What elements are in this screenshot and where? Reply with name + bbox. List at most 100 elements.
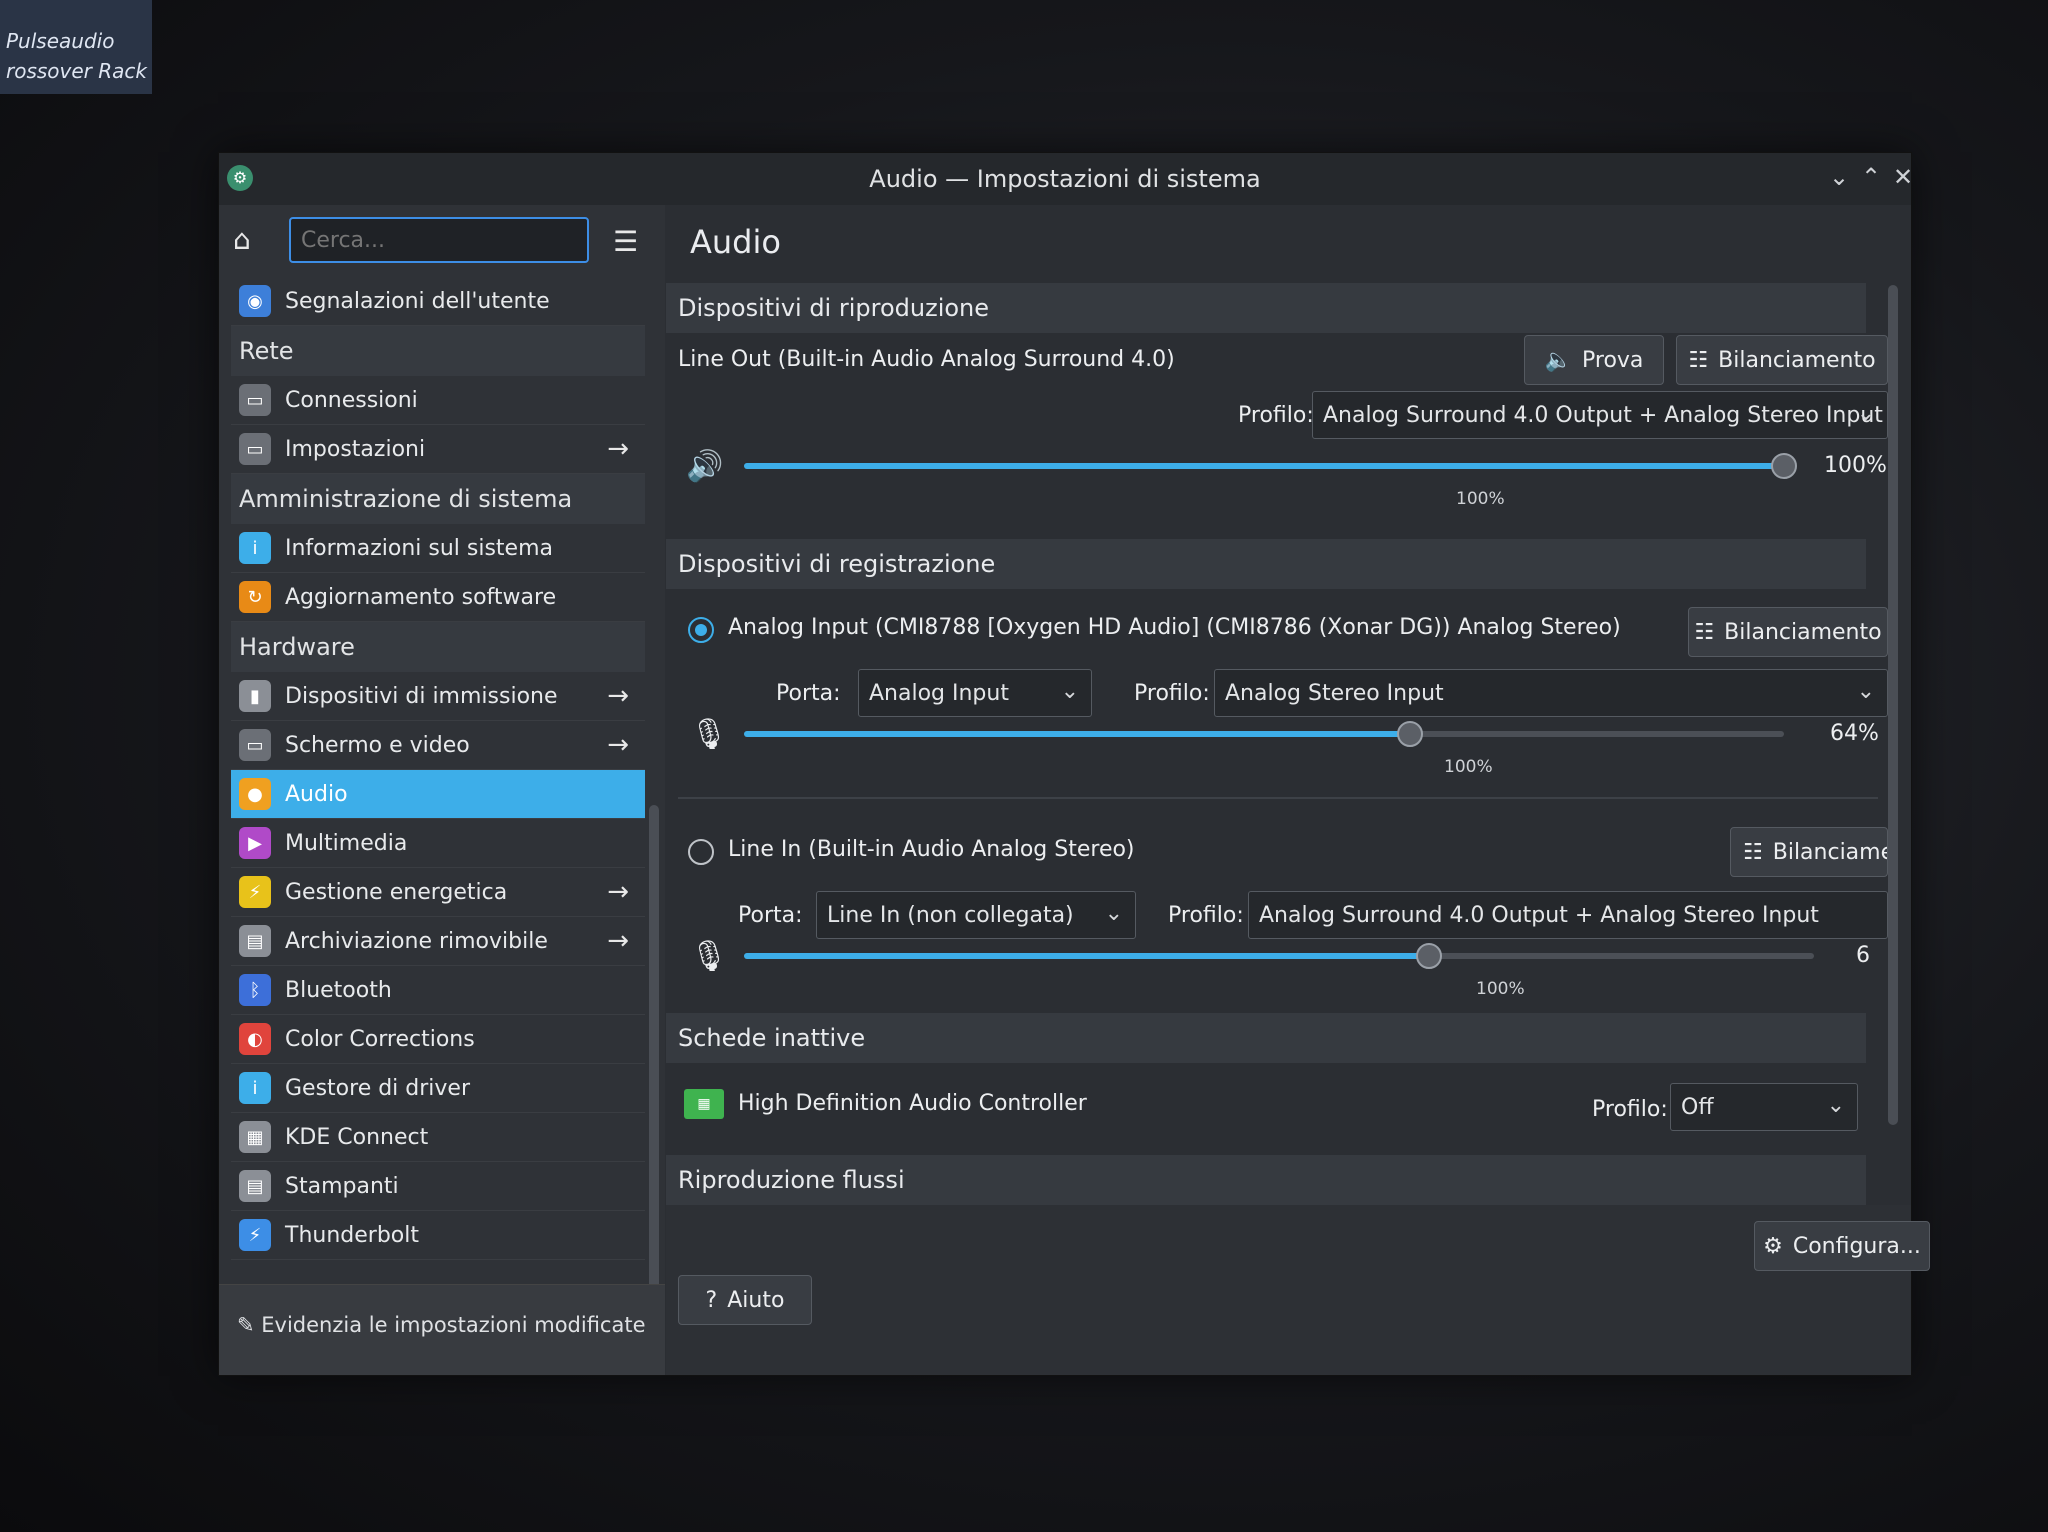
equalizer-icon: ☷: [1743, 839, 1763, 865]
playback-profile-value: Analog Surround 4.0 Output + Analog Ster…: [1323, 402, 1883, 428]
search-input[interactable]: [289, 217, 589, 263]
microphone-icon[interactable]: 🎙: [690, 939, 728, 974]
analog-input-device-name: Analog Input (CMI8788 [Oxygen HD Audio] …: [728, 615, 1621, 640]
line-in-radio[interactable]: [688, 839, 714, 865]
sidebar-item[interactable]: ▶ Multimedia: [231, 819, 645, 868]
microphone-icon[interactable]: 🎙: [690, 717, 728, 752]
sidebar-item[interactable]: ▭ Connessioni: [231, 376, 645, 425]
configure-button[interactable]: ⚙ Configura...: [1754, 1221, 1930, 1271]
pencil-icon: ✎: [237, 1313, 262, 1337]
sidebar-item[interactable]: ↻ Aggiornamento software: [231, 573, 645, 622]
sidebar-item[interactable]: ◐ Color Corrections: [231, 1015, 645, 1064]
chevron-down-icon: ⌄: [1826, 1093, 1845, 1118]
analog-input-profile-label: Profilo:: [1134, 681, 1210, 706]
bottom-bar: ⚙ Configura... ? Aiuto: [666, 1205, 1930, 1375]
line-in-port-value: Line In (non collegata): [827, 902, 1074, 928]
inactive-card-profile-label: Profilo:: [1592, 1097, 1668, 1122]
sidebar-item[interactable]: ▦ KDE Connect: [231, 1113, 645, 1162]
content-scrollbar[interactable]: [1888, 285, 1898, 1125]
line-in-profile-select[interactable]: Analog Surround 4.0 Output + Analog Ster…: [1248, 891, 1888, 939]
slider-thumb[interactable]: [1415, 943, 1442, 969]
sidebar-item-label: Informazioni sul sistema: [285, 535, 553, 561]
slider-fill: [744, 731, 1410, 737]
sidebar-item-label: Bluetooth: [285, 977, 392, 1003]
configure-button-label: Configura...: [1792, 1233, 1921, 1259]
analog-input-port-select[interactable]: Analog Input ⌄: [858, 669, 1092, 717]
sidebar-item-label: Thunderbolt: [285, 1222, 419, 1248]
speaker-volume-icon[interactable]: 🔊: [686, 449, 723, 484]
sidebar-item[interactable]: ▭ Impostazioni →: [231, 425, 645, 474]
analog-input-balance-button[interactable]: ☷ Bilanciamento: [1688, 607, 1888, 657]
inactive-card-name: High Definition Audio Controller: [738, 1091, 1087, 1116]
sidebar-item[interactable]: ᛒ Bluetooth: [231, 966, 645, 1015]
minimize-button[interactable]: ⌄: [1823, 163, 1855, 191]
line-in-volume-slider[interactable]: [744, 943, 1814, 969]
arrow-right-icon: →: [607, 681, 629, 711]
line-in-port-label: Porta:: [738, 903, 803, 928]
slider-thumb[interactable]: [1396, 721, 1423, 747]
sidebar-item[interactable]: ● Audio: [231, 770, 645, 819]
system-settings-window: ⚙ Audio — Impostazioni di sistema ⌄ ⌃ ✕ …: [218, 152, 1930, 1376]
sound-card-icon: ▦: [684, 1089, 724, 1119]
sidebar-item-icon: ▭: [239, 729, 271, 761]
sidebar-item[interactable]: i Gestore di driver: [231, 1064, 645, 1113]
sidebar-item-label: Color Corrections: [285, 1026, 475, 1052]
playback-volume-slider[interactable]: [744, 453, 1797, 479]
chevron-down-icon: ⌄: [1856, 401, 1875, 426]
sidebar-item-icon: ▮: [239, 680, 271, 712]
chevron-down-icon: ⌄: [1060, 679, 1079, 704]
playback-100-tick: 100%: [1456, 489, 1505, 509]
sidebar-item-label: Connessioni: [285, 387, 418, 413]
playback-balance-button[interactable]: ☷ Bilanciamento: [1676, 335, 1888, 385]
help-icon: ?: [705, 1287, 718, 1313]
sidebar-item[interactable]: ▤ Archiviazione rimovibile →: [231, 917, 645, 966]
balance-button-label: Bilanciamento: [1724, 619, 1882, 645]
analog-input-volume-slider[interactable]: [744, 721, 1784, 747]
inactive-card-profile-value: Off: [1681, 1094, 1714, 1120]
analog-input-radio[interactable]: [688, 617, 714, 643]
test-button[interactable]: 🔈 Prova: [1524, 335, 1664, 385]
equalizer-icon: ☷: [1688, 347, 1709, 373]
close-button[interactable]: ✕: [1887, 163, 1919, 191]
playback-volume-percent: 100%: [1824, 453, 1887, 478]
playback-device-name: Line Out (Built-in Audio Analog Surround…: [678, 347, 1175, 372]
desktop-icon-pulseaudio[interactable]: Pulseaudio rossover Rack: [0, 0, 152, 94]
desktop-icon-label-line1: Pulseaudio: [6, 29, 115, 53]
inactive-card-profile-select[interactable]: Off ⌄: [1670, 1083, 1858, 1131]
help-button[interactable]: ? Aiuto: [678, 1275, 812, 1325]
sidebar-item-label: Archiviazione rimovibile: [285, 928, 548, 954]
maximize-button[interactable]: ⌃: [1855, 163, 1887, 191]
sidebar-category: Rete: [231, 326, 645, 376]
sidebar-nav: ◉ Segnalazioni dell'utente Rete ▭ Connession…: [231, 277, 645, 1260]
analog-input-profile-select[interactable]: Analog Stereo Input ⌄: [1214, 669, 1888, 717]
playback-section-heading: Dispositivi di riproduzione: [666, 283, 1866, 333]
home-icon[interactable]: ⌂: [233, 223, 251, 256]
playback-profile-select[interactable]: Analog Surround 4.0 Output + Analog Ster…: [1312, 391, 1888, 439]
sidebar-scrollbar[interactable]: [649, 805, 659, 1325]
sidebar-item[interactable]: ◉ Segnalazioni dell'utente: [231, 277, 645, 326]
sidebar-item-label: Gestore di driver: [285, 1075, 471, 1101]
line-in-balance-button[interactable]: ☷ Bilanciamen: [1730, 827, 1888, 877]
slider-thumb[interactable]: [1771, 453, 1797, 479]
sidebar-item[interactable]: ⚡ Thunderbolt: [231, 1211, 645, 1260]
sidebar-item-icon: ●: [239, 778, 271, 810]
line-in-port-select[interactable]: Line In (non collegata) ⌄: [816, 891, 1136, 939]
highlight-changed-settings-button[interactable]: ✎ Evidenzia le impostazioni modificate: [237, 1313, 646, 1337]
hamburger-menu-icon[interactable]: ☰: [613, 225, 638, 258]
desktop-icon-label-line2: rossover Rack: [6, 59, 147, 83]
sidebar-item[interactable]: i Informazioni sul sistema: [231, 524, 645, 573]
analog-input-port-label: Porta:: [776, 681, 841, 706]
sidebar-item[interactable]: ▭ Schermo e video →: [231, 721, 645, 770]
sidebar-item-label: Aggiornamento software: [285, 584, 557, 610]
test-button-label: Prova: [1582, 347, 1644, 373]
line-in-profile-value: Analog Surround 4.0 Output + Analog Ster…: [1259, 902, 1819, 928]
sidebar-item-icon: ◉: [239, 285, 271, 317]
sidebar-item[interactable]: ▮ Dispositivi di immissione →: [231, 672, 645, 721]
sidebar-footer: ✎ Evidenzia le impostazioni modificate: [219, 1284, 665, 1375]
sidebar-item-icon: i: [239, 532, 271, 564]
sidebar-item-icon: ▤: [239, 1170, 271, 1202]
sidebar-item-icon: ◐: [239, 1023, 271, 1055]
sidebar-item-icon: ᛒ: [239, 974, 271, 1006]
sidebar-item[interactable]: ▤ Stampanti: [231, 1162, 645, 1211]
sidebar-item[interactable]: ⚡ Gestione energetica →: [231, 868, 645, 917]
